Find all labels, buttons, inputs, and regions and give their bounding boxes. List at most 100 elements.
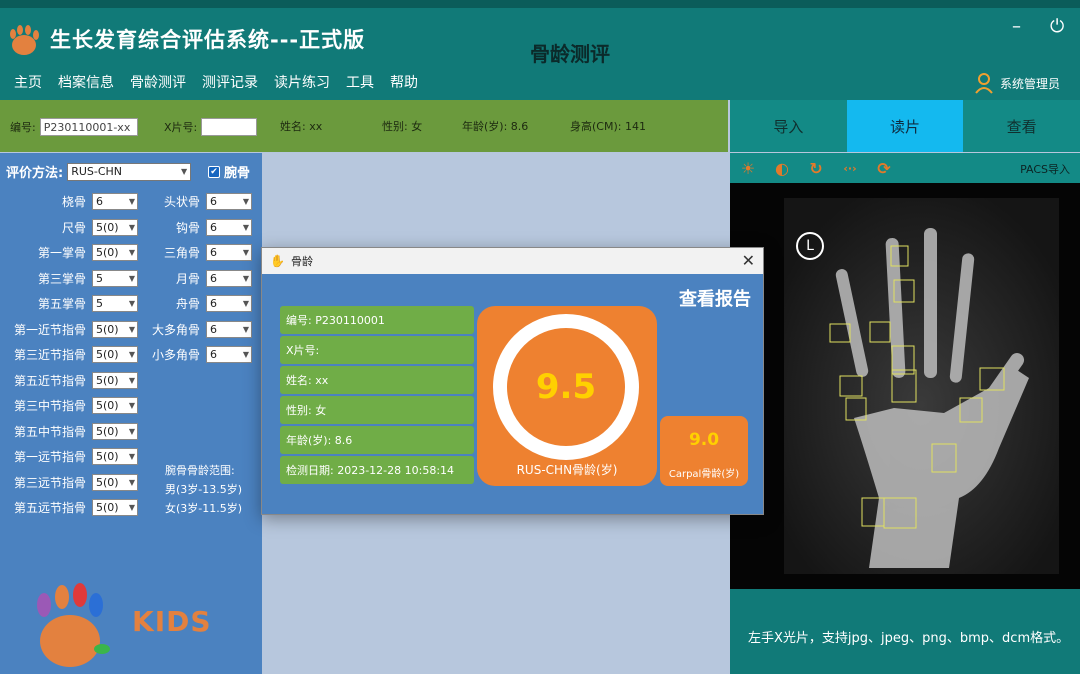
bone-label: 桡骨: [61, 195, 86, 209]
menu-item-bone-age[interactable]: 骨龄测评: [130, 72, 186, 92]
menu-item-home[interactable]: 主页: [14, 72, 42, 92]
refresh-icon[interactable]: ⟳: [874, 158, 894, 178]
power-button[interactable]: ⏻: [1050, 16, 1064, 37]
bone-label: 第五远节指骨: [13, 501, 86, 515]
view-report-heading[interactable]: 查看报告: [679, 285, 751, 311]
bone-label: 第一近节指骨: [13, 322, 86, 337]
field-gender: 性别: 女: [280, 396, 474, 424]
range-title: 腕骨骨龄范围:: [165, 464, 235, 477]
carpal-grade-select[interactable]: 6 ▼: [206, 320, 252, 338]
chevron-down-icon: ▼: [242, 222, 249, 232]
pacs-import-button[interactable]: PACS导入: [1020, 161, 1070, 177]
name-field: 姓名: xx: [280, 120, 323, 133]
format-hint: 左手X光片，支持jpg、jpeg、png、bmp、dcm格式。: [730, 589, 1080, 674]
carpal-grade-select[interactable]: 6 ▼: [206, 269, 252, 287]
method-label: 评价方法:: [6, 166, 64, 181]
bone-grade-select[interactable]: 5(0) ▼: [92, 499, 138, 516]
tab-read[interactable]: 读片: [846, 100, 964, 152]
menu-item-tools[interactable]: 工具: [346, 72, 374, 92]
bone-grade-select[interactable]: 5(0) ▼: [92, 473, 138, 491]
bone-grade-select[interactable]: 5(0) ▼: [92, 422, 138, 440]
bone-row: 第一近节指骨 5(0) ▼: [0, 320, 138, 338]
bone-grade-select[interactable]: 5(0) ▼: [92, 320, 138, 338]
menu-item-records[interactable]: 档案信息: [58, 72, 114, 92]
page-heading: 骨龄测评: [530, 42, 610, 66]
rus-bone-age-card: 9.5 RUS-CHN骨龄(岁): [477, 306, 657, 486]
bone-grade-select[interactable]: 5(0) ▼: [92, 244, 138, 261]
chevron-down-icon: ▼: [128, 503, 135, 512]
height-field: 身高(CM): 141: [570, 120, 646, 133]
app-header: 生长发育综合评估系统---正式版 骨龄测评 – ⏻ 主页 档案信息 骨龄测评 测…: [0, 0, 1080, 100]
carpal-grade-select[interactable]: 6 ▼: [206, 193, 252, 210]
bone-row: 第三近节指骨 5(0) ▼: [0, 346, 138, 363]
tab-import[interactable]: 导入: [730, 100, 847, 152]
carpal-row: 大多角骨 6 ▼: [150, 320, 252, 338]
view-tabs: 导入 读片 查看: [730, 100, 1080, 152]
bone-grade-select[interactable]: 5 ▼: [92, 269, 138, 287]
menu-item-help[interactable]: 帮助: [390, 72, 418, 92]
xray-no-input[interactable]: [201, 118, 258, 136]
chevron-down-icon: ▼: [128, 299, 135, 308]
bone-grade-select[interactable]: 5 ▼: [92, 295, 138, 312]
chevron-down-icon: ▼: [128, 197, 135, 206]
chevron-down-icon: ▼: [242, 299, 249, 308]
user-info[interactable]: 系统管理员: [974, 72, 1060, 94]
app-title: 生长发育综合评估系统---正式版: [50, 28, 366, 52]
carpal-range-info: 腕骨骨龄范围: 男(3岁-13.5岁) 女(3岁-11.5岁): [165, 461, 242, 518]
contrast-icon[interactable]: ◐: [772, 158, 792, 178]
dialog-titlebar: ✋ 骨龄: [262, 248, 763, 274]
bone-grading-panel: 评价方法: RUS-CHN ▼ ✔ 腕骨 腕骨骨龄范围: 男(3岁-13.5岁)…: [0, 153, 262, 674]
method-select[interactable]: RUS-CHN ▼: [67, 162, 192, 181]
bone-row: 第三远节指骨 5(0) ▼: [0, 473, 138, 491]
bone-grade-select[interactable]: 5(0) ▼: [92, 397, 138, 414]
report-fields: 编号: P230110001 X片号: 姓名: xx 性别: 女 年龄(岁): …: [280, 306, 474, 486]
bone-grade-select[interactable]: 6 ▼: [92, 193, 138, 210]
minimize-button[interactable]: –: [1012, 16, 1021, 37]
bone-row: 第一掌骨 5(0) ▼: [0, 244, 138, 261]
chevron-down-icon: ▼: [242, 350, 249, 359]
chevron-down-icon: ▼: [128, 248, 135, 257]
bone-grade-select[interactable]: 5(0) ▼: [92, 371, 138, 389]
chevron-down-icon: ▼: [128, 222, 135, 232]
image-toolbar: ☀ ◐ ↻ ‹·› ⟳ PACS导入: [730, 153, 1080, 183]
id-input[interactable]: P230110001-xx: [39, 118, 138, 136]
gender-field: 性别: 女: [382, 120, 423, 133]
left-hand-marker: L: [796, 232, 824, 260]
bone-row: 第一远节指骨 5(0) ▼: [0, 448, 138, 465]
bone-grade-select[interactable]: 5(0) ▼: [92, 218, 138, 236]
bone-label: 第一远节指骨: [13, 450, 86, 464]
hand-xray-image: L: [784, 198, 1059, 574]
chevron-down-icon: ▼: [128, 401, 135, 410]
user-name: 系统管理员: [999, 76, 1060, 91]
bone-row: 第五中节指骨 5(0) ▼: [0, 422, 138, 440]
carpal-label: 钩骨: [175, 220, 200, 235]
bone-grade-select[interactable]: 5(0) ▼: [92, 448, 138, 465]
wrist-checkbox[interactable]: ✔ 腕骨: [208, 162, 250, 181]
carpal-grade-select[interactable]: 6 ▼: [206, 244, 252, 261]
carpal-grade-select[interactable]: 6 ▼: [206, 295, 252, 312]
menu-item-practice[interactable]: 读片练习: [274, 72, 330, 92]
rotate-icon[interactable]: ↻: [806, 158, 826, 178]
carpal-row: 三角骨 6 ▼: [150, 244, 252, 261]
carpal-row: 舟骨 6 ▼: [150, 295, 252, 312]
carpal-row: 月骨 6 ▼: [150, 269, 252, 287]
bone-row: 桡骨 6 ▼: [0, 193, 138, 210]
age-field: 年龄(岁): 8.6: [462, 120, 529, 133]
chevron-down-icon: ▼: [128, 375, 135, 385]
bone-row: 第五远节指骨 5(0) ▼: [0, 499, 138, 516]
carpal-grade-select[interactable]: 6 ▼: [206, 218, 252, 236]
close-icon[interactable]: ✕: [742, 251, 755, 270]
xray-viewer[interactable]: L: [730, 183, 1080, 589]
flip-icon[interactable]: ‹·›: [840, 158, 860, 178]
bone-label: 第三远节指骨: [13, 475, 86, 490]
brightness-icon[interactable]: ☀: [738, 158, 758, 178]
tab-view[interactable]: 查看: [963, 100, 1080, 152]
field-age: 年龄(岁): 8.6: [280, 426, 474, 454]
carpal-grade-select[interactable]: 6 ▼: [206, 346, 252, 363]
menu-item-history[interactable]: 测评记录: [202, 72, 258, 92]
bone-label: 第一掌骨: [37, 246, 86, 260]
hand-logo-icon: [10, 25, 39, 55]
xray-hand-drawing: [784, 198, 1059, 574]
user-icon: [975, 73, 993, 94]
bone-grade-select[interactable]: 5(0) ▼: [92, 346, 138, 363]
